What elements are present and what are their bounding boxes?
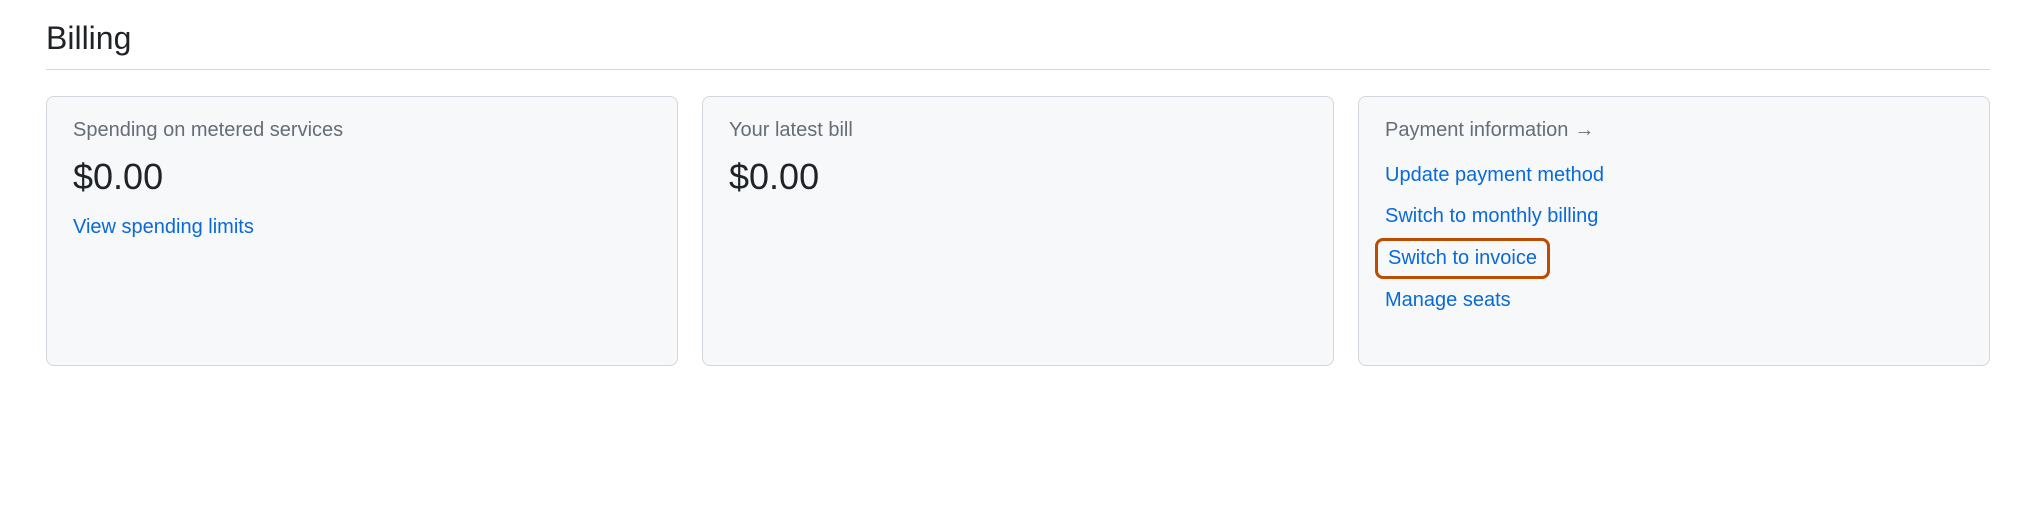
page-title: Billing xyxy=(46,20,1990,69)
payment-information-link[interactable]: Payment information → xyxy=(1385,119,1594,142)
title-divider xyxy=(46,69,1990,70)
latest-bill-card: Your latest bill $0.00 xyxy=(702,96,1334,366)
spending-amount: $0.00 xyxy=(73,156,651,198)
latest-bill-heading: Your latest bill xyxy=(729,119,1307,142)
latest-bill-amount: $0.00 xyxy=(729,156,1307,198)
spending-heading: Spending on metered services xyxy=(73,119,651,142)
payment-info-heading-text: Payment information xyxy=(1385,119,1568,142)
update-payment-method-link[interactable]: Update payment method xyxy=(1385,156,1604,195)
payment-info-links: Update payment method Switch to monthly … xyxy=(1385,156,1963,320)
switch-to-invoice-link[interactable]: Switch to invoice xyxy=(1375,238,1550,279)
spending-card: Spending on metered services $0.00 View … xyxy=(46,96,678,366)
arrow-right-icon: → xyxy=(1574,119,1594,142)
manage-seats-link[interactable]: Manage seats xyxy=(1385,281,1511,320)
view-spending-limits-link[interactable]: View spending limits xyxy=(73,216,254,239)
billing-cards-row: Spending on metered services $0.00 View … xyxy=(46,96,1990,366)
switch-monthly-billing-link[interactable]: Switch to monthly billing xyxy=(1385,197,1598,236)
payment-info-card: Payment information → Update payment met… xyxy=(1358,96,1990,366)
